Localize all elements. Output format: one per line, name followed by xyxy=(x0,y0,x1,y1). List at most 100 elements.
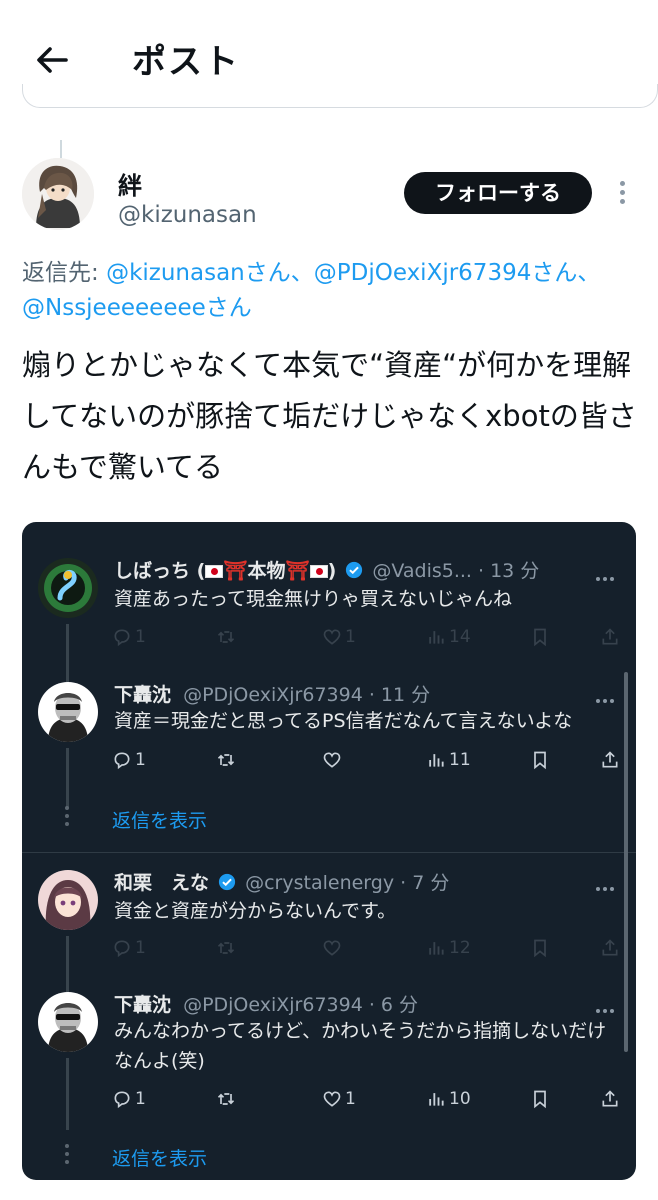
reply-header: しばっち (⛩本物⛩) @Vadis5... · 13 分 xyxy=(114,556,539,583)
views-button[interactable]: 14 xyxy=(426,624,471,650)
views-icon xyxy=(429,754,444,767)
scrollbar[interactable] xyxy=(624,672,628,1052)
reply-meta: @Vadis5... · 13 分 xyxy=(372,560,540,582)
views-button[interactable]: 10 xyxy=(426,1086,471,1112)
reply-text: 資金と資産が分からないんです。 xyxy=(114,900,397,922)
bookmark-icon xyxy=(534,1090,546,1109)
top-bar: ポスト xyxy=(0,0,658,108)
avatar xyxy=(38,682,98,742)
flag-jp-icon xyxy=(309,565,328,578)
like-icon xyxy=(323,752,341,768)
user-handle[interactable]: @kizunasan xyxy=(118,202,257,228)
share-button[interactable] xyxy=(600,935,623,961)
bookmark-button[interactable] xyxy=(530,624,553,650)
retweet-icon xyxy=(217,754,235,766)
reply-icon xyxy=(114,752,130,770)
share-button[interactable] xyxy=(600,747,623,773)
thread-gap-dots xyxy=(64,806,70,830)
reply-meta: @PDjOexiXjr67394 · 11 分 xyxy=(183,684,431,706)
share-icon xyxy=(602,939,618,956)
reply-author-name[interactable]: 下轟沈 xyxy=(114,684,171,706)
flag-jp-icon xyxy=(205,565,224,578)
like-icon xyxy=(323,629,341,645)
torii-icon: ⛩ xyxy=(223,560,248,582)
show-replies-link[interactable]: 返信を表示 xyxy=(112,806,207,833)
like-button[interactable] xyxy=(322,747,345,773)
follow-button[interactable]: フォローする xyxy=(404,172,592,214)
reply-icon xyxy=(114,940,130,958)
bookmark-icon xyxy=(534,628,546,647)
bookmark-button[interactable] xyxy=(530,747,553,773)
thread-line xyxy=(66,936,69,996)
divider xyxy=(22,852,636,853)
avatar xyxy=(38,870,98,930)
reply-text: みんなわかってるけど、かわいそうだから指摘しないだけなんよ(笑) xyxy=(114,1020,607,1072)
more-horizontal-icon[interactable] xyxy=(596,998,622,1013)
views-icon xyxy=(429,631,444,644)
reply-actions: 1 1 14 xyxy=(112,624,622,650)
page-title: ポスト xyxy=(132,42,240,82)
reply-header: 下轟沈 @PDjOexiXjr67394 · 11 分 xyxy=(114,680,430,707)
more-vertical-icon[interactable] xyxy=(612,178,632,208)
thread-line xyxy=(66,748,69,808)
display-name[interactable]: 絆 xyxy=(118,166,142,201)
reply-to-mentions[interactable]: @kizunasanさん、@PDjOexiXjr67394さん、@Nssjeee… xyxy=(22,260,600,321)
like-button[interactable]: 1 xyxy=(322,1086,356,1112)
thread-gap-dots xyxy=(64,1144,70,1168)
reply-author-name[interactable]: 下轟沈 xyxy=(114,994,171,1016)
views-icon xyxy=(429,1093,444,1106)
reply-button[interactable]: 1 xyxy=(112,935,146,961)
retweet-icon xyxy=(217,942,235,954)
embedded-image[interactable]: しばっち (⛩本物⛩) @Vadis5... · 13 分 資産あったって現金無… xyxy=(22,522,636,1180)
views-icon xyxy=(429,942,444,955)
share-icon xyxy=(602,628,618,645)
reply-author-name[interactable]: しばっち (⛩本物⛩) xyxy=(114,560,336,582)
views-button[interactable]: 12 xyxy=(426,935,471,961)
reply-author-name[interactable]: 和栗 えな xyxy=(114,872,209,894)
reply-button[interactable]: 1 xyxy=(112,1086,146,1112)
reply-to-line: 返信先: @kizunasanさん、@PDjOexiXjr67394さん、@Ns… xyxy=(22,256,652,326)
more-horizontal-icon[interactable] xyxy=(596,566,622,581)
back-arrow-icon[interactable] xyxy=(30,38,74,82)
retweet-icon xyxy=(217,631,235,643)
reply-meta: @crystalenergy · 7 分 xyxy=(245,872,450,894)
thread-line xyxy=(66,624,69,684)
reply-button[interactable]: 1 xyxy=(112,747,146,773)
avatar xyxy=(38,992,98,1052)
bookmark-icon xyxy=(534,939,546,958)
like-icon xyxy=(323,1091,341,1107)
reply-text: 資産＝現金だと思ってるPS信者だなんて言えないよな xyxy=(114,710,573,732)
retweet-icon xyxy=(217,1093,235,1105)
retweet-button[interactable] xyxy=(216,747,239,773)
avatar[interactable] xyxy=(22,158,94,230)
reply-actions: 1 11 xyxy=(112,747,622,773)
share-button[interactable] xyxy=(600,624,623,650)
retweet-button[interactable] xyxy=(216,935,239,961)
more-horizontal-icon[interactable] xyxy=(596,876,622,891)
show-replies-link[interactable]: 返信を表示 xyxy=(112,1144,207,1171)
verified-icon xyxy=(346,561,363,579)
reply-button[interactable]: 1 xyxy=(112,624,146,650)
tweet-text: 煽りとかじゃなくて本気で“資産“が何かを理解してないのが豚捨て垢だけじゃなくxb… xyxy=(22,348,637,484)
retweet-button[interactable] xyxy=(216,624,239,650)
like-button[interactable] xyxy=(322,935,345,961)
reply-actions: 1 1 10 xyxy=(112,1086,622,1112)
reply-to-prefix: 返信先: xyxy=(22,260,107,286)
reply-header: 和栗 えな @crystalenergy · 7 分 xyxy=(114,868,449,895)
retweet-button[interactable] xyxy=(216,1086,239,1112)
thread-line xyxy=(60,140,62,158)
bookmark-button[interactable] xyxy=(530,935,553,961)
bookmark-icon xyxy=(534,751,546,770)
reply-icon xyxy=(114,1091,130,1109)
reply-header: 下轟沈 @PDjOexiXjr67394 · 6 分 xyxy=(114,990,418,1017)
more-horizontal-icon[interactable] xyxy=(596,688,622,703)
views-button[interactable]: 11 xyxy=(426,747,471,773)
like-icon xyxy=(323,940,341,956)
share-button[interactable] xyxy=(600,1086,623,1112)
torii-icon: ⛩ xyxy=(285,560,310,582)
reply-icon xyxy=(114,629,130,647)
like-button[interactable]: 1 xyxy=(322,624,356,650)
bookmark-button[interactable] xyxy=(530,1086,553,1112)
thread-line xyxy=(66,1058,69,1130)
reply-meta: @PDjOexiXjr67394 · 6 分 xyxy=(183,994,419,1016)
